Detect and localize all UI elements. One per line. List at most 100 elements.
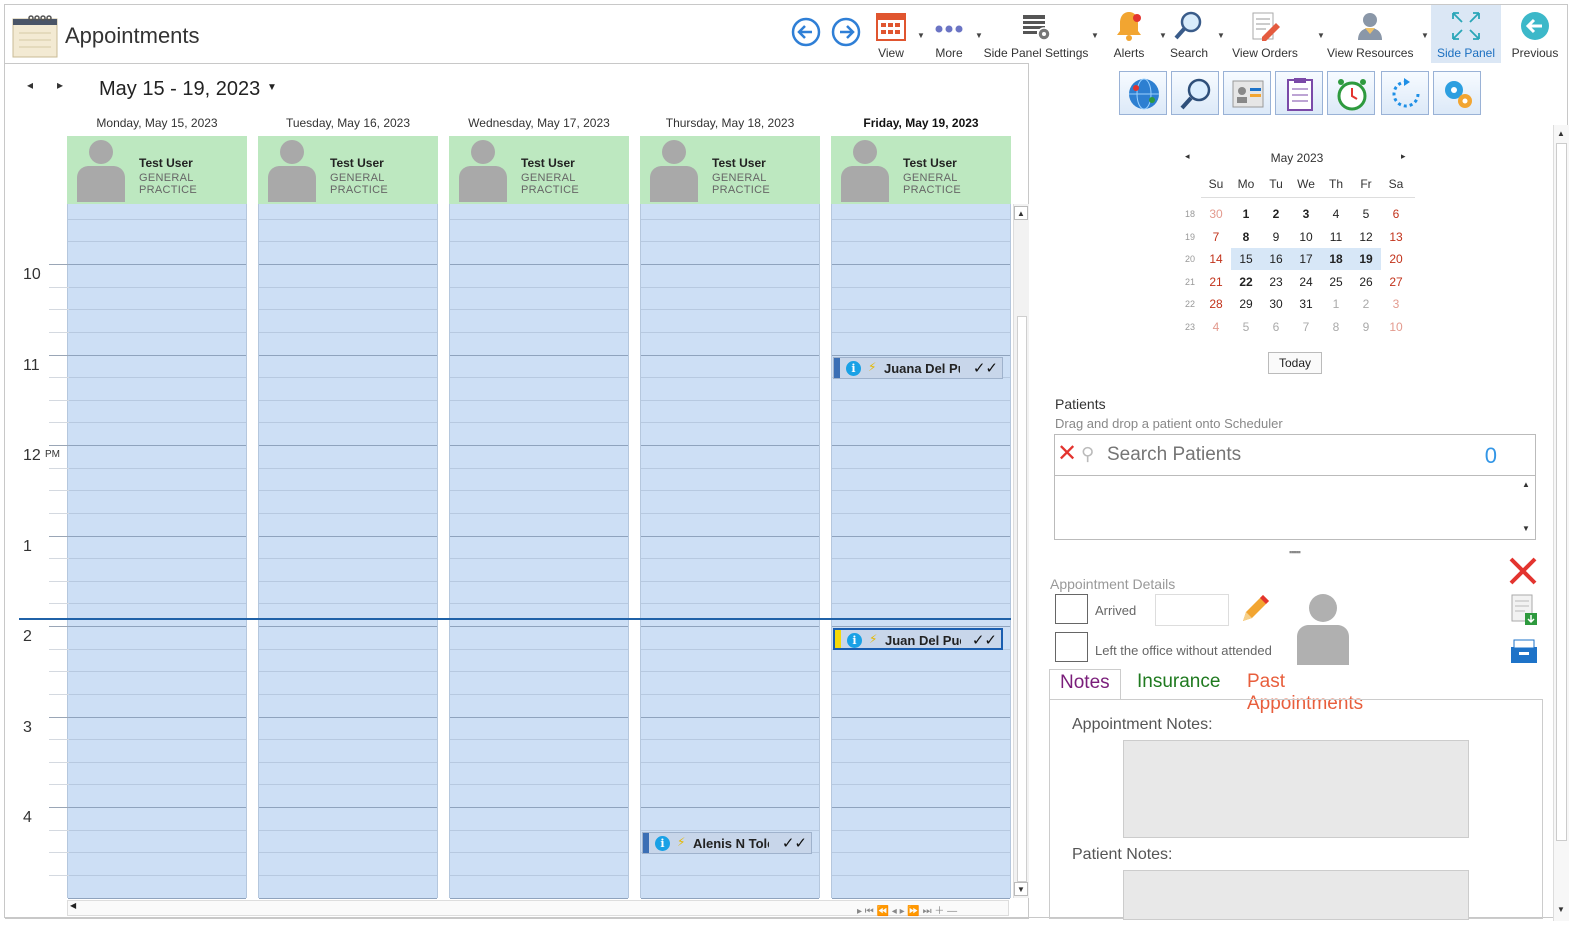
calendar-day[interactable]: 2	[1351, 293, 1381, 315]
side-tool-button[interactable]	[1275, 71, 1323, 115]
calendar-day[interactable]: 7	[1201, 226, 1231, 248]
day-column[interactable]	[67, 204, 247, 899]
calendar-day[interactable]: 24	[1291, 271, 1321, 293]
left-without-attended-checkbox[interactable]	[1055, 632, 1088, 662]
calendar-day[interactable]: 13	[1381, 226, 1411, 248]
side-tool-button[interactable]	[1119, 71, 1167, 115]
calendar-day[interactable]: 31	[1291, 293, 1321, 315]
info-icon[interactable]: i	[847, 633, 862, 648]
next-month-arrow[interactable]: ▸	[1401, 151, 1406, 162]
tab-notes[interactable]: Notes	[1049, 669, 1121, 699]
next-week-arrow[interactable]: ▸	[57, 78, 63, 92]
chevron-down-icon[interactable]: ▼	[1317, 31, 1325, 40]
chevron-down-icon[interactable]: ▼	[1421, 31, 1429, 40]
calendar-day[interactable]: 20	[1381, 248, 1411, 270]
pager-controls[interactable]: ▸ ⏮ ⏪ ◂ ▸ ⏩ ⏭ ＋ —	[857, 902, 957, 917]
range-dropdown-icon[interactable]: ▼	[267, 82, 277, 93]
calendar-day[interactable]: 14	[1201, 248, 1231, 270]
calendar-day[interactable]: 5	[1231, 316, 1261, 338]
calendar-day[interactable]: 4	[1201, 316, 1231, 338]
calendar-day[interactable]: 3	[1291, 203, 1321, 225]
appointment-notes-field[interactable]	[1123, 740, 1469, 838]
toolbar-previous-button[interactable]: Previous	[1507, 5, 1563, 63]
forward-nav-button[interactable]	[831, 17, 861, 47]
patient-notes-field[interactable]	[1123, 870, 1469, 920]
toolbar-alerts-button[interactable]: Alerts ▼	[1105, 5, 1167, 63]
side-panel-scrollbar[interactable]: ▲ ▼	[1553, 125, 1569, 921]
tab-insurance[interactable]: Insurance	[1127, 669, 1230, 699]
document-download-icon[interactable]	[1509, 593, 1539, 632]
calendar-day[interactable]: 2	[1261, 203, 1291, 225]
side-tool-button[interactable]	[1381, 71, 1429, 115]
calendar-day[interactable]: 18	[1321, 248, 1351, 271]
side-scroll-up-icon[interactable]: ▲	[1554, 127, 1568, 141]
edit-pencil-icon[interactable]	[1239, 593, 1271, 630]
calendar-day[interactable]: 22	[1231, 271, 1261, 293]
calendar-day[interactable]: 27	[1381, 271, 1411, 293]
calendar-day[interactable]: 16	[1261, 248, 1291, 271]
calendar-day[interactable]: 8	[1321, 316, 1351, 338]
calendar-day[interactable]: 6	[1381, 203, 1411, 225]
calendar-day[interactable]: 15	[1231, 248, 1261, 271]
toolbar-view-button[interactable]: View ▼	[867, 5, 925, 63]
today-button[interactable]: Today	[1268, 352, 1322, 374]
day-column[interactable]	[640, 204, 820, 899]
archive-tray-icon[interactable]	[1509, 637, 1539, 670]
calendar-day[interactable]: 10	[1291, 226, 1321, 248]
chevron-down-icon[interactable]: ▼	[1217, 31, 1225, 40]
chevron-down-icon[interactable]: ▼	[975, 31, 983, 40]
toolbar-view-orders-button[interactable]: View Orders ▼	[1227, 5, 1325, 63]
calendar-day[interactable]: 30	[1261, 293, 1291, 315]
calendar-day[interactable]: 1	[1231, 203, 1261, 225]
side-scroll-thumb[interactable]	[1556, 143, 1567, 841]
date-range-label[interactable]: May 15 - 19, 2023	[99, 78, 260, 101]
splitter-grip[interactable]: ▪▪▪▪▪	[1289, 547, 1301, 557]
calendar-day[interactable]: 7	[1291, 316, 1321, 338]
side-tool-button[interactable]	[1223, 71, 1271, 115]
side-scroll-down-icon[interactable]: ▼	[1554, 903, 1568, 917]
toolbar-side-panel-settings-button[interactable]: Side Panel Settings ▼	[983, 5, 1099, 63]
back-nav-button[interactable]	[791, 17, 821, 47]
toolbar-side-panel-button[interactable]: Side Panel	[1431, 5, 1501, 63]
calendar-day[interactable]: 4	[1321, 203, 1351, 225]
info-icon[interactable]: i	[655, 835, 670, 851]
appointment-block[interactable]: i ⚡ Juana Del Puerto ✓✓	[833, 356, 1003, 379]
close-icon[interactable]	[1507, 555, 1539, 592]
appointment-block[interactable]: i ⚡ Juan Del Puerto ✓✓	[833, 628, 1003, 650]
calendar-day[interactable]: 29	[1231, 293, 1261, 315]
calendar-day[interactable]: 8	[1231, 226, 1261, 248]
calendar-day[interactable]: 26	[1351, 271, 1381, 293]
list-scroll-down-icon[interactable]: ▼	[1519, 522, 1533, 536]
calendar-day[interactable]: 30	[1201, 203, 1231, 225]
arrived-checkbox[interactable]	[1055, 594, 1088, 624]
calendar-day[interactable]: 28	[1201, 293, 1231, 315]
calendar-day[interactable]: 25	[1321, 271, 1351, 293]
calendar-day[interactable]: 5	[1351, 203, 1381, 225]
scroll-thumb[interactable]	[1017, 316, 1027, 882]
calendar-day[interactable]: 23	[1261, 271, 1291, 293]
calendar-day[interactable]: 17	[1291, 248, 1321, 271]
toolbar-search-button[interactable]: Search ▼	[1165, 5, 1225, 63]
scroll-up-icon[interactable]: ▲	[1014, 206, 1028, 220]
calendar-day[interactable]: 6	[1261, 316, 1291, 338]
arrived-time-field[interactable]	[1155, 594, 1229, 626]
chevron-down-icon[interactable]: ▼	[1091, 31, 1099, 40]
toolbar-view-resources-button[interactable]: View Resources ▼	[1327, 5, 1429, 63]
day-column[interactable]	[831, 204, 1011, 899]
calendar-day[interactable]: 19	[1351, 248, 1381, 271]
prev-week-arrow[interactable]: ◂	[27, 78, 33, 92]
info-icon[interactable]: i	[846, 360, 861, 376]
calendar-day[interactable]: 12	[1351, 226, 1381, 248]
patient-list[interactable]: ▲ ▼	[1054, 476, 1536, 540]
chevron-down-icon[interactable]: ▼	[917, 31, 925, 40]
appointment-block[interactable]: i ⚡ Alenis N Toledo ✓✓	[642, 831, 812, 854]
calendar-day[interactable]: 21	[1201, 271, 1231, 293]
tab-past-appointments[interactable]: Past Appointments	[1237, 669, 1373, 714]
toolbar-more-button[interactable]: More ▼	[925, 5, 983, 63]
side-tool-button[interactable]	[1171, 71, 1219, 115]
day-column[interactable]	[449, 204, 629, 899]
side-tool-button[interactable]	[1433, 71, 1481, 115]
calendar-day[interactable]: 3	[1381, 293, 1411, 315]
search-input[interactable]	[1107, 441, 1467, 469]
calendar-day[interactable]: 1	[1321, 293, 1351, 315]
